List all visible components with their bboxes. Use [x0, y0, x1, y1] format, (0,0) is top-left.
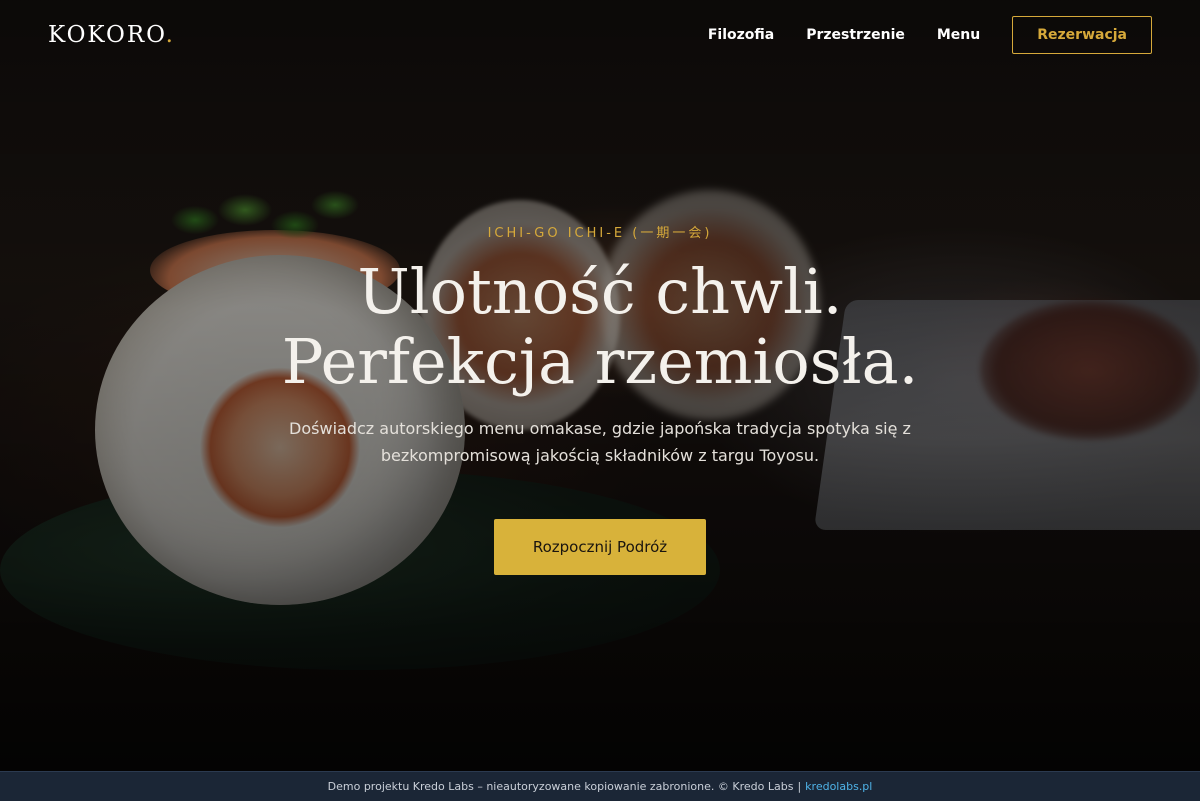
site-header: KOKORO. Filozofia Przestrzenie Menu Reze… — [0, 0, 1200, 70]
nav-link-filozofia[interactable]: Filozofia — [708, 27, 774, 43]
reservation-button[interactable]: Rezerwacja — [1012, 16, 1152, 54]
footer-separator: | — [797, 780, 802, 793]
hero-headline-line2: Perfekcja rzemiosła. — [281, 325, 919, 398]
hero-lead-line2: bezkompromisową jakością składników z ta… — [380, 446, 820, 465]
nav-link-przestrzenie[interactable]: Przestrzenie — [806, 27, 905, 43]
brand-dot: . — [165, 22, 175, 48]
hero-lead-line1: Doświadcz autorskiego menu omakase, gdzi… — [289, 419, 911, 438]
hero-eyebrow: ICHI-GO ICHI-E (一期一会) — [487, 226, 713, 241]
hero-headline: Ulotność chwli. Perfekcja rzemiosła. — [0, 257, 1200, 397]
nav-link-menu[interactable]: Menu — [937, 27, 980, 43]
demo-footer: Demo projektu Kredo Labs – nieautoryzowa… — [0, 771, 1200, 801]
hero-headline-line1: Ulotność chwli. — [357, 255, 843, 328]
brand-logo[interactable]: KOKORO. — [48, 22, 175, 48]
hero-content: ICHI-GO ICHI-E (一期一会) Ulotność chwli. Pe… — [0, 222, 1200, 575]
hero-lead: Doświadcz autorskiego menu omakase, gdzi… — [260, 415, 940, 469]
footer-text: Demo projektu Kredo Labs – nieautoryzowa… — [327, 780, 794, 793]
start-journey-button[interactable]: Rozpocznij Podróż — [494, 519, 706, 575]
brand-name: KOKORO — [48, 22, 166, 48]
main-nav: Filozofia Przestrzenie Menu Rezerwacja — [708, 16, 1152, 54]
footer-link[interactable]: kredolabs.pl — [805, 780, 872, 793]
